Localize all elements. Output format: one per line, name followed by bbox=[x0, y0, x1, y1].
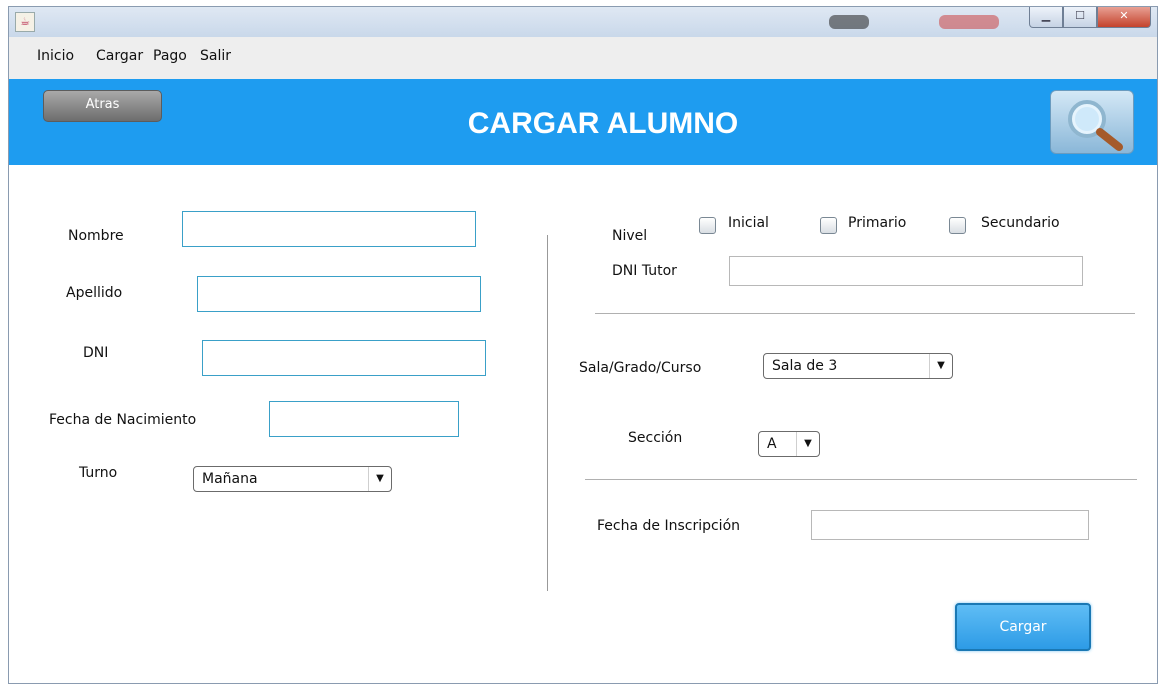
turno-select[interactable]: Mañana ▼ bbox=[193, 466, 392, 492]
section-divider bbox=[595, 313, 1135, 314]
chevron-down-icon: ▼ bbox=[368, 467, 391, 491]
header-banner: Atras CARGAR ALUMNO bbox=[9, 79, 1157, 165]
search-icon bbox=[1068, 100, 1123, 151]
nombre-label: Nombre bbox=[68, 228, 124, 244]
app-window: ☕ ▁ ☐ ✕ Inicio Cargar Pago Salir Atras C… bbox=[8, 6, 1158, 684]
title-bar: ☕ ▁ ☐ ✕ bbox=[9, 7, 1157, 37]
apellido-field[interactable] bbox=[197, 276, 481, 312]
seccion-select[interactable]: A ▼ bbox=[758, 431, 820, 457]
turno-label: Turno bbox=[79, 465, 118, 481]
inicial-label: Inicial bbox=[728, 215, 769, 231]
column-divider bbox=[547, 235, 548, 591]
secundario-checkbox[interactable] bbox=[949, 217, 966, 234]
page-title: CARGAR ALUMNO bbox=[467, 107, 739, 140]
menu-item-inicio[interactable]: Inicio bbox=[37, 48, 74, 64]
sala-grado-curso-select[interactable]: Sala de 3 ▼ bbox=[763, 353, 953, 379]
close-button[interactable]: ✕ bbox=[1097, 7, 1151, 28]
apellido-label: Apellido bbox=[66, 285, 123, 301]
java-app-icon: ☕ bbox=[15, 12, 35, 32]
background-blur bbox=[939, 15, 999, 29]
chevron-down-icon: ▼ bbox=[929, 354, 952, 378]
menu-item-cargar[interactable]: Cargar bbox=[96, 48, 143, 64]
menu-item-salir[interactable]: Salir bbox=[200, 48, 231, 64]
fecha-inscripcion-field[interactable] bbox=[811, 510, 1089, 540]
fecha-nacimiento-field[interactable] bbox=[269, 401, 459, 437]
menu-item-pago[interactable]: Pago bbox=[153, 48, 187, 64]
sala-value: Sala de 3 bbox=[772, 358, 838, 374]
section-divider bbox=[585, 479, 1137, 480]
chevron-down-icon: ▼ bbox=[796, 432, 819, 456]
window-controls: ▁ ☐ ✕ bbox=[1029, 7, 1151, 28]
minimize-button[interactable]: ▁ bbox=[1029, 7, 1063, 28]
dni-label: DNI bbox=[83, 345, 109, 361]
cargar-button[interactable]: Cargar bbox=[955, 603, 1091, 651]
fecha-inscripcion-label: Fecha de Inscripción bbox=[597, 518, 741, 534]
inicial-checkbox[interactable] bbox=[699, 217, 716, 234]
seccion-label: Sección bbox=[628, 430, 683, 446]
dni-tutor-field[interactable] bbox=[729, 256, 1083, 286]
primario-label: Primario bbox=[848, 215, 907, 231]
turno-value: Mañana bbox=[202, 471, 258, 487]
sala-grado-curso-label: Sala/Grado/Curso bbox=[579, 360, 702, 376]
dni-tutor-label: DNI Tutor bbox=[612, 263, 677, 279]
primario-checkbox[interactable] bbox=[820, 217, 837, 234]
dni-field[interactable] bbox=[202, 340, 486, 376]
seccion-value: A bbox=[767, 436, 777, 452]
maximize-button[interactable]: ☐ bbox=[1063, 7, 1097, 28]
menu-bar: Inicio Cargar Pago Salir bbox=[9, 37, 1157, 79]
search-button[interactable] bbox=[1050, 90, 1134, 154]
nombre-field[interactable] bbox=[182, 211, 476, 247]
background-blur bbox=[829, 15, 869, 29]
fecha-nacimiento-label: Fecha de Nacimiento bbox=[49, 412, 197, 428]
nivel-label: Nivel bbox=[612, 228, 648, 244]
secundario-label: Secundario bbox=[981, 215, 1060, 231]
